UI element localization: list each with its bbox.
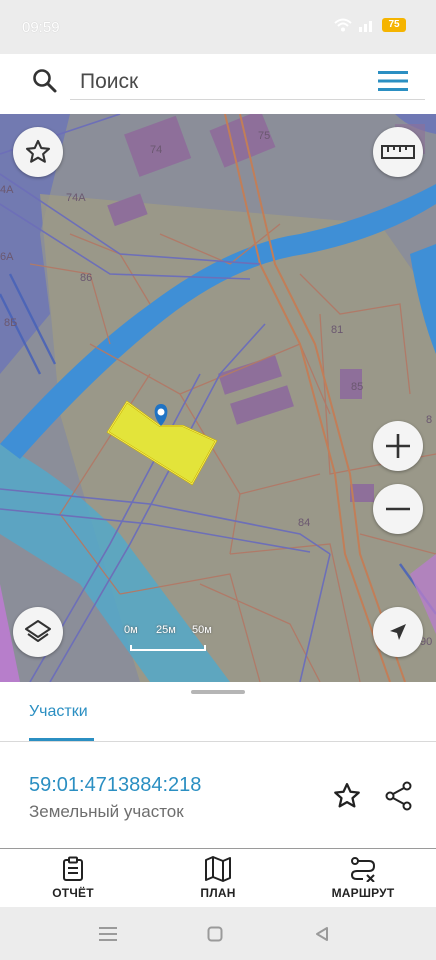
route-icon [350, 857, 376, 882]
map-label: 86 [80, 272, 93, 284]
report-button[interactable]: ОТЧЁТ [18, 856, 128, 902]
layers-button[interactable] [13, 607, 63, 657]
status-icons: 75 [334, 18, 406, 32]
map-label: 74А [66, 192, 86, 204]
map-label: 6А [0, 251, 14, 263]
route-label: МАРШРУТ [331, 886, 395, 900]
scale-label-25: 25м [156, 624, 176, 636]
zoom-out-icon [386, 507, 410, 511]
tab-parcels[interactable]: Участки [29, 703, 88, 721]
map-label: 74 [150, 144, 163, 156]
star-icon[interactable] [332, 781, 362, 811]
status-bar: 09:59 75 [0, 0, 436, 54]
system-nav-bar [0, 907, 436, 960]
clipboard-report-icon [63, 856, 83, 881]
scale-label-50: 50м [192, 624, 212, 636]
layers-icon [25, 620, 51, 642]
locate-button[interactable] [373, 607, 423, 657]
ruler-icon [381, 145, 415, 159]
plan-button[interactable]: ПЛАН [163, 856, 273, 902]
zoom-out-button[interactable] [373, 484, 423, 534]
tab-active-indicator [29, 738, 94, 741]
nav-divider [0, 848, 436, 849]
signal-icon [359, 21, 372, 32]
map-label: 75 [258, 130, 271, 142]
map-plan-icon [205, 856, 231, 882]
zoom-in-icon [386, 434, 410, 458]
favorite-star-icon [25, 139, 51, 163]
wifi-icon [334, 18, 352, 32]
scale-bar [130, 645, 206, 651]
locate-arrow-icon [390, 624, 406, 640]
recent-apps-icon[interactable] [99, 926, 117, 942]
back-icon[interactable] [314, 926, 330, 942]
scale-label-0: 0м [124, 624, 138, 636]
map-label: 84 [298, 517, 311, 529]
sheet-drag-handle[interactable] [191, 690, 245, 694]
search-bar [6, 55, 430, 108]
parcel-cadastral-number[interactable]: 59:01:4713884:218 [29, 774, 201, 797]
map-label: 4А [0, 184, 14, 196]
zoom-in-button[interactable] [373, 421, 423, 471]
search-icon[interactable] [32, 68, 58, 94]
map-label: 81 [331, 324, 344, 336]
map-view[interactable]: 74 75 74А 4А 6А 8Б 86 81 85 84 90 8 0м 2… [0, 114, 436, 682]
status-time: 09:59 [22, 19, 60, 36]
share-icon[interactable] [384, 781, 414, 811]
hamburger-menu-icon[interactable] [378, 70, 408, 92]
favorite-button[interactable] [13, 127, 63, 177]
parcel-type: Земельный участок [29, 802, 184, 821]
tab-divider [0, 741, 436, 742]
map-label: 85 [351, 381, 364, 393]
map-label: 8 [426, 414, 433, 426]
home-icon[interactable] [207, 926, 223, 942]
report-label: ОТЧЁТ [52, 886, 94, 900]
battery-icon: 75 [382, 18, 406, 32]
map-label: 8Б [4, 317, 18, 329]
measure-button[interactable] [373, 127, 423, 177]
route-button[interactable]: МАРШРУТ [308, 856, 418, 902]
bottom-sheet: Участки 59:01:4713884:218 Земельный учас… [0, 682, 436, 907]
map-scale: 0м 25м 50м [124, 624, 220, 654]
search-input[interactable] [70, 64, 425, 100]
plan-label: ПЛАН [200, 886, 236, 900]
